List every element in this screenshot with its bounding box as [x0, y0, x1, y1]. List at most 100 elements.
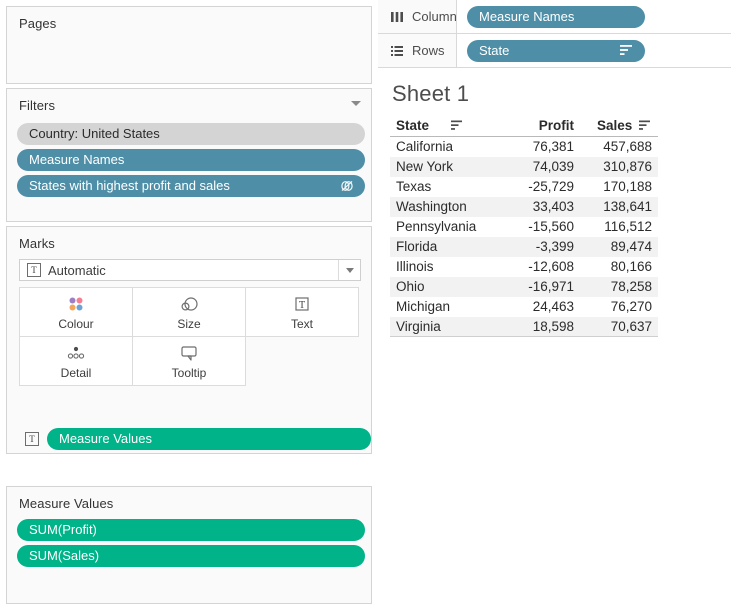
filters-card-header: Filters	[7, 89, 371, 113]
measure-values-card-title: Measure Values	[19, 496, 114, 511]
context-filter-icon	[341, 180, 353, 192]
table-row[interactable]: Virginia 18,598 70,637	[390, 316, 658, 337]
marks-tooltip-label: Tooltip	[171, 366, 207, 380]
cell-sales: 116,512	[604, 219, 652, 234]
cell-sales: 138,641	[580, 196, 658, 217]
measure-values-card: Measure Values SUM(Profit) SUM(Sales)	[6, 486, 372, 604]
measure-values-card-header: Measure Values	[7, 487, 371, 511]
worksheet-column: Columns Measure Names Rows State Sheet 1…	[378, 0, 731, 610]
marks-card: Marks T Automatic Colour Size T Text Det…	[6, 226, 372, 454]
cell-profit: 74,039	[502, 156, 580, 177]
table-row[interactable]: Illinois -12,608 80,166	[390, 257, 658, 277]
columns-shelf[interactable]: Columns Measure Names	[378, 0, 731, 34]
marks-detail-label: Detail	[60, 366, 92, 380]
rows-shelf-label: Rows	[412, 43, 445, 58]
table-row[interactable]: California 76,381 457,688	[390, 137, 658, 157]
rows-pill-state-label: State	[479, 42, 510, 58]
column-header-state-label: State	[396, 118, 430, 133]
cell-profit: 24,463	[532, 299, 574, 314]
cell-state: Washington	[390, 196, 502, 217]
sort-descending-icon[interactable]	[450, 120, 464, 131]
mark-type-dropdown[interactable]: T Automatic	[19, 259, 361, 281]
worksheet-viz-area: Sheet 1 State Profit Sales California 76…	[378, 69, 731, 610]
cell-profit: -25,729	[528, 179, 574, 194]
crosstab-body: California 76,381 457,688 New York 74,03…	[390, 137, 658, 337]
cell-state: Pennsylvania	[396, 219, 477, 234]
mark-type-label: Automatic	[48, 262, 106, 278]
marks-card-header: Marks	[7, 227, 371, 251]
marks-text-button[interactable]: T Text	[245, 287, 359, 337]
marks-colour-label: Colour	[58, 317, 94, 331]
marks-tooltip-button[interactable]: Tooltip	[132, 336, 246, 386]
chevron-down-icon[interactable]	[351, 101, 361, 106]
marks-encoding-buttons: Colour Size T Text Detail Tooltip	[19, 287, 361, 386]
crosstab-header: State Profit Sales	[390, 117, 658, 137]
tableau-worksheet-window: Pages Filters Country: United States Mea…	[0, 0, 731, 610]
columns-shelf-dropzone[interactable]: Measure Names	[456, 0, 731, 33]
columns-pill-measure-names[interactable]: Measure Names	[467, 5, 645, 28]
marks-pill-measure-values[interactable]: Measure Values	[47, 428, 371, 450]
marks-card-title: Marks	[19, 236, 55, 251]
crosstab-table: State Profit Sales California 76,381 457…	[390, 117, 658, 337]
cell-state: Illinois	[396, 259, 434, 274]
cell-sales: 80,166	[610, 259, 652, 274]
cell-sales: 310,876	[580, 156, 658, 177]
cell-state: Michigan	[396, 299, 451, 314]
rows-pill-state[interactable]: State	[467, 39, 645, 62]
measure-pill-sum-sales[interactable]: SUM(Sales)	[17, 545, 365, 567]
table-row[interactable]: Pennsylvania -15,560 116,512	[390, 217, 658, 237]
table-row[interactable]: Washington 33,403 138,641	[390, 196, 658, 217]
marks-colour-button[interactable]: Colour	[19, 287, 133, 337]
marks-size-button[interactable]: Size	[132, 287, 246, 337]
rows-icon	[386, 45, 408, 57]
text-box-icon: T	[293, 293, 311, 315]
rows-shelf[interactable]: Rows State	[378, 34, 731, 68]
chevron-down-icon[interactable]	[338, 260, 360, 280]
svg-text:T: T	[299, 300, 305, 311]
cell-profit: -3,399	[502, 236, 580, 257]
marks-text-label: Text	[290, 317, 313, 331]
filters-card: Filters Country: United States Measure N…	[6, 88, 372, 222]
filters-card-title: Filters	[19, 98, 56, 113]
table-row[interactable]: Florida -3,399 89,474	[390, 236, 658, 257]
marks-row-2: Detail Tooltip	[19, 336, 361, 386]
filters-pill-list: Country: United States Measure Names Sta…	[17, 123, 365, 201]
column-header-profit[interactable]: Profit	[502, 117, 580, 137]
sort-descending-icon	[620, 44, 632, 55]
marks-detail-button[interactable]: Detail	[19, 336, 133, 386]
cell-state: Ohio	[390, 276, 502, 297]
cell-sales: 70,637	[580, 316, 658, 337]
cell-profit: -15,560	[528, 219, 574, 234]
cell-sales: 76,270	[610, 299, 652, 314]
table-row[interactable]: Ohio -16,971 78,258	[390, 276, 658, 297]
column-header-sales-label: Sales	[596, 118, 633, 133]
table-row[interactable]: New York 74,039 310,876	[390, 156, 658, 177]
crosstab-header-row: State Profit Sales	[390, 117, 658, 137]
cell-profit: -16,971	[502, 276, 580, 297]
cell-profit: 76,381	[532, 139, 574, 155]
marks-row-1: Colour Size T Text	[19, 287, 361, 337]
cell-state: Texas	[396, 179, 432, 194]
cell-profit: -12,608	[528, 259, 574, 274]
sort-descending-icon[interactable]	[639, 120, 652, 131]
table-row[interactable]: Texas -25,729 170,188	[390, 177, 658, 197]
cell-state: Virginia	[390, 316, 502, 337]
text-mark-icon[interactable]: T	[25, 432, 39, 446]
table-row[interactable]: Michigan 24,463 76,270	[390, 297, 658, 317]
filter-pill-measure-names[interactable]: Measure Names	[17, 149, 365, 171]
cell-sales: 170,188	[603, 179, 652, 194]
columns-icon	[386, 11, 408, 23]
left-shelf-column: Pages Filters Country: United States Mea…	[0, 0, 378, 610]
filter-pill-country[interactable]: Country: United States	[17, 123, 365, 145]
filter-pill-states-set[interactable]: States with highest profit and sales	[17, 175, 365, 197]
detail-dots-icon	[63, 342, 89, 364]
tooltip-bubble-icon	[179, 342, 199, 364]
measure-pill-sum-profit[interactable]: SUM(Profit)	[17, 519, 365, 541]
size-circles-icon	[178, 293, 200, 315]
text-mark-icon: T	[27, 263, 41, 277]
column-header-sales[interactable]: Sales	[580, 117, 658, 137]
cell-profit: 18,598	[502, 316, 580, 337]
cell-sales: 89,474	[580, 236, 658, 257]
column-header-state[interactable]: State	[390, 117, 502, 137]
rows-shelf-dropzone[interactable]: State	[456, 34, 731, 67]
